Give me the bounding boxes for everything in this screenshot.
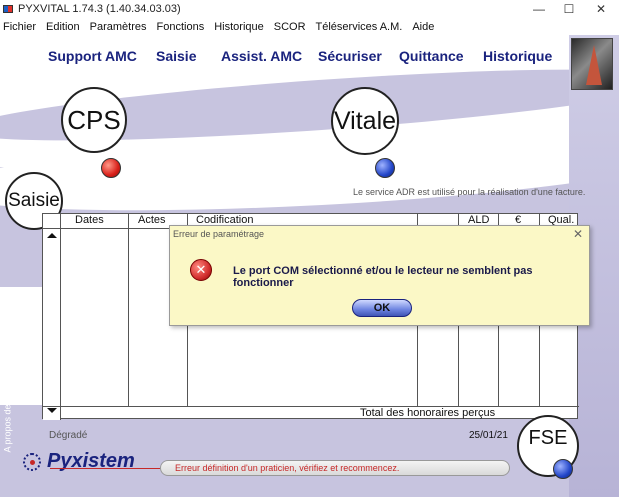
error-icon: ✕ bbox=[190, 259, 212, 281]
brand-name: Pyxistem bbox=[47, 450, 135, 472]
current-date: 25/01/21 bbox=[469, 430, 508, 441]
dialog-close-icon[interactable]: ✕ bbox=[573, 227, 583, 241]
app-icon bbox=[3, 5, 13, 13]
menu-fonctions[interactable]: Fonctions bbox=[157, 21, 205, 33]
mode-label: Dégradé bbox=[49, 430, 88, 441]
column-header-actes: Actes bbox=[138, 214, 166, 226]
total-honoraires-label: Total des honoraires perçus bbox=[360, 407, 496, 419]
menu-fichier[interactable]: Fichier bbox=[3, 21, 36, 33]
pyxistem-logo-icon bbox=[571, 38, 613, 90]
vitale-card-button[interactable]: Vitale bbox=[331, 87, 399, 155]
title-bar: PYXVITAL 1.74.3 (1.40.34.03.03) — ☐ ✕ bbox=[0, 0, 619, 18]
fse-label: FSE bbox=[528, 427, 568, 449]
vitale-status-icon bbox=[375, 158, 395, 178]
nav-securiser[interactable]: Sécuriser bbox=[318, 48, 382, 64]
status-bar: Erreur définition d'un praticien, vérifi… bbox=[160, 460, 510, 476]
nav-quittance[interactable]: Quittance bbox=[399, 48, 464, 64]
status-message: Erreur définition d'un praticien, vérifi… bbox=[175, 463, 400, 473]
about-pyxistem-link[interactable]: A propos de Pyxistem bbox=[3, 365, 13, 452]
pyxistem-brand: Pyxistem bbox=[23, 450, 135, 473]
nav-historique[interactable]: Historique bbox=[483, 48, 552, 64]
dialog-message: Le port COM sélectionné et/ou le lecteur… bbox=[233, 265, 533, 289]
menu-aide[interactable]: Aide bbox=[412, 21, 434, 33]
menu-teleservices[interactable]: Téléservices A.M. bbox=[316, 21, 403, 33]
cps-status-icon bbox=[101, 158, 121, 178]
pyxistem-emblem-icon bbox=[23, 452, 41, 471]
scroll-up-icon[interactable] bbox=[47, 233, 57, 238]
menu-historique[interactable]: Historique bbox=[214, 21, 264, 33]
ok-button[interactable]: OK bbox=[352, 299, 412, 317]
minimize-button[interactable]: — bbox=[524, 0, 554, 18]
dialog-title: Erreur de paramétrage bbox=[173, 229, 265, 239]
cps-card-button[interactable]: CPS bbox=[61, 87, 127, 153]
saisie-label: Saisie bbox=[8, 190, 60, 211]
ok-label: OK bbox=[373, 302, 391, 314]
column-header-dates: Dates bbox=[75, 214, 104, 226]
maximize-button[interactable]: ☐ bbox=[554, 0, 584, 18]
table-scrollbar[interactable] bbox=[43, 214, 61, 420]
window-title: PYXVITAL 1.74.3 (1.40.34.03.03) bbox=[18, 3, 181, 15]
menu-edition[interactable]: Edition bbox=[46, 21, 80, 33]
nav-saisie[interactable]: Saisie bbox=[156, 48, 196, 64]
scroll-down-icon[interactable] bbox=[47, 408, 57, 413]
menu-bar: Fichier Edition Paramètres Fonctions His… bbox=[0, 18, 619, 35]
nav-support-amc[interactable]: Support AMC bbox=[48, 48, 137, 64]
close-button[interactable]: ✕ bbox=[586, 0, 616, 18]
adr-service-note: Le service ADR est utilisé pour la réali… bbox=[353, 187, 586, 197]
fse-status-icon bbox=[553, 459, 573, 479]
menu-parametres[interactable]: Paramètres bbox=[90, 21, 147, 33]
vitale-label: Vitale bbox=[333, 106, 397, 135]
cps-label: CPS bbox=[67, 104, 121, 135]
error-dialog: Erreur de paramétrage ✕ ✕ Le port COM sé… bbox=[169, 225, 590, 326]
nav-assist-amc[interactable]: Assist. AMC bbox=[221, 48, 302, 64]
menu-scor[interactable]: SCOR bbox=[274, 21, 306, 33]
